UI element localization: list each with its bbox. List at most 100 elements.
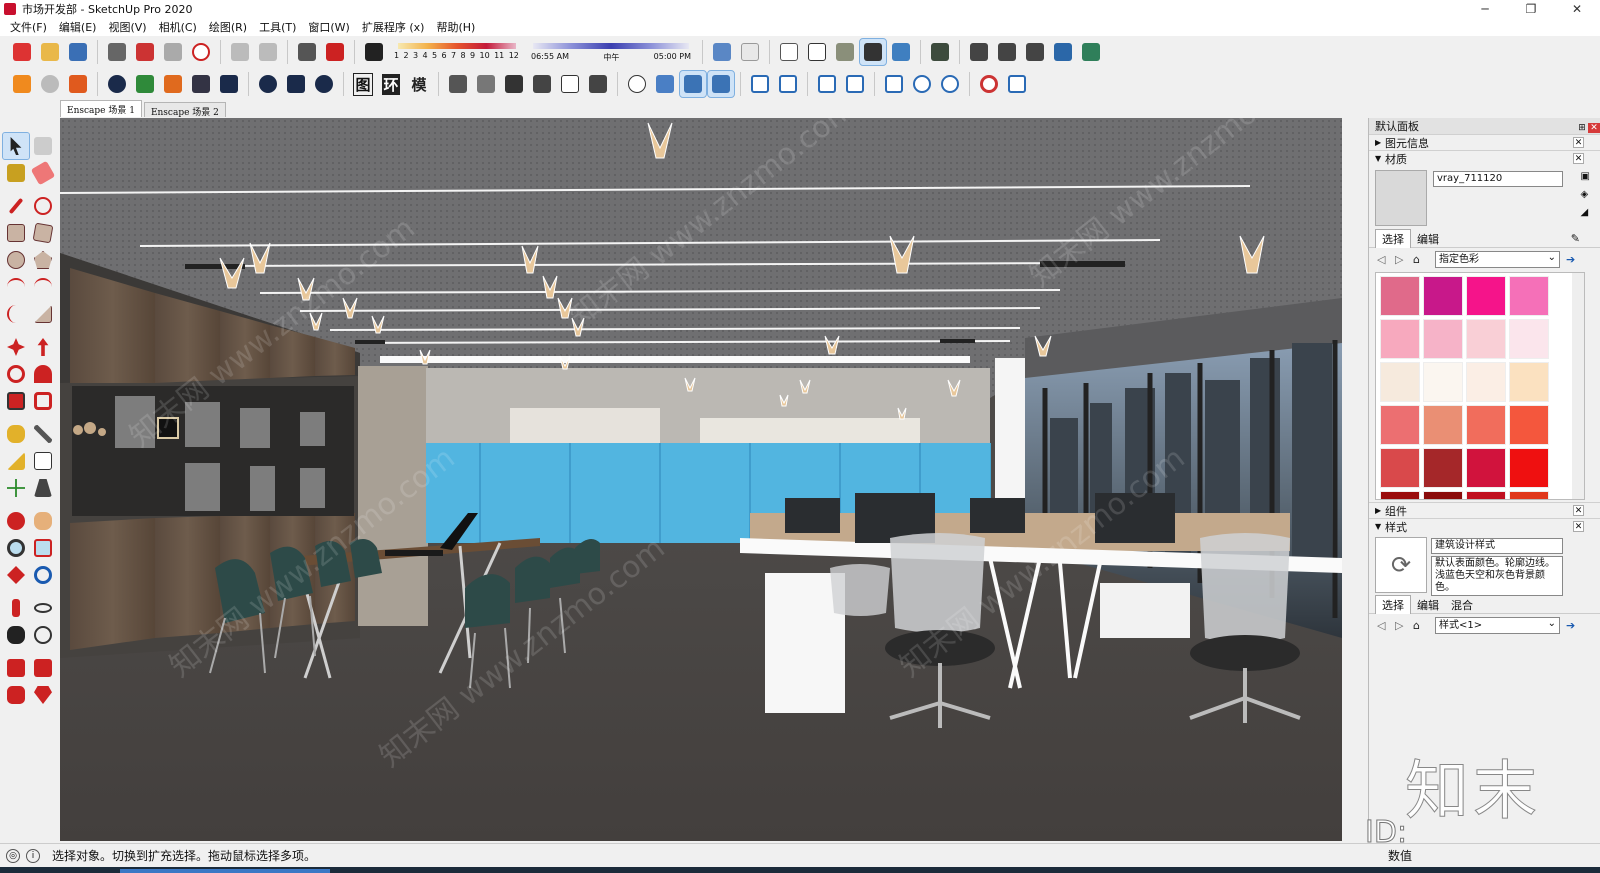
taskbar-active-app[interactable] [120,869,330,873]
3d-text-button[interactable] [30,475,56,501]
view-iso-button[interactable] [966,39,992,65]
plugin-button-4[interactable] [104,71,130,97]
menu-extensions[interactable]: 扩展程序 (x) [356,19,431,35]
warehouse-button[interactable] [3,655,29,681]
entity-info-close[interactable]: ✕ [1573,137,1584,148]
material-swatch[interactable] [1509,276,1549,316]
extension-button-4[interactable] [976,71,1002,97]
info-button[interactable] [311,71,337,97]
look-around-button[interactable] [30,595,56,621]
previous-view-button[interactable] [30,562,56,588]
text-tool-button[interactable] [30,448,56,474]
section-plane-tool-button[interactable] [30,622,56,648]
material-swatch[interactable] [1423,491,1463,499]
open-button[interactable] [37,39,63,65]
material-swatch[interactable] [1466,276,1506,316]
scene-tab-2[interactable]: Enscape 场景 2 [143,102,226,118]
zoom-tool-button[interactable] [3,535,29,561]
component-tool-button[interactable] [30,133,56,159]
walk-tool-button[interactable] [3,622,29,648]
cut-button[interactable] [104,39,130,65]
extension-warehouse-button[interactable] [3,682,29,708]
style-backedges-button[interactable] [737,39,763,65]
view-top-button[interactable] [994,39,1020,65]
palette-scrollbar[interactable] [1572,273,1584,499]
text-tool-tu-button[interactable]: 图 [350,71,376,97]
eyedropper-icon[interactable]: ✎ [1565,232,1586,245]
material-name-field[interactable]: vray_711120 [1433,171,1563,187]
house-button-5[interactable] [557,71,583,97]
plugin-button-6[interactable] [160,71,186,97]
tape-measure-button[interactable] [3,421,29,447]
material-library-select[interactable]: 指定色彩 [1435,250,1560,268]
follow-me-button[interactable] [30,361,56,387]
house-button-2[interactable] [473,71,499,97]
axes-tool-button[interactable] [3,475,29,501]
materials-tab-select[interactable]: 选择 [1375,229,1411,248]
material-swatch[interactable] [1466,491,1506,499]
details-arrow-icon[interactable]: ➔ [1566,619,1584,632]
material-swatch[interactable] [1423,362,1463,402]
material-swatch[interactable] [1423,448,1463,488]
menu-camera[interactable]: 相机(C) [153,19,203,35]
material-swatch[interactable] [1509,319,1549,359]
style-description-field[interactable]: 默认表面颜色。轮廓边线。浅蓝色天空和灰色背景颜色。 [1431,556,1563,596]
tray-close-button[interactable]: ✕ [1588,122,1600,133]
menu-view[interactable]: 视图(V) [102,19,152,35]
redo-button[interactable] [255,39,281,65]
back-arrow-icon[interactable]: ◁ [1377,619,1395,632]
pie-tool-button[interactable] [30,301,56,327]
styles-tab-select[interactable]: 选择 [1375,595,1411,614]
menu-window[interactable]: 窗口(W) [302,19,355,35]
rotated-rectangle-button[interactable] [30,220,56,246]
plugin-button-8[interactable] [216,71,242,97]
zoom-window-button[interactable] [30,535,56,561]
material-swatch[interactable] [1466,405,1506,445]
protractor-button[interactable] [3,448,29,474]
details-arrow-icon[interactable]: ➔ [1566,253,1584,266]
two-point-arc-button[interactable] [30,274,56,300]
material-swatch[interactable] [1509,491,1549,499]
material-swatch[interactable] [1380,448,1420,488]
materials-section[interactable]: ▼ 材质 ✕ [1369,150,1600,166]
close-button[interactable]: ✕ [1554,0,1600,18]
material-swatch[interactable] [1509,448,1549,488]
material-swatch[interactable] [1380,491,1420,499]
three-point-arc-button[interactable] [3,301,29,327]
paste-button[interactable] [160,39,186,65]
view-front-button[interactable] [1022,39,1048,65]
text-tool-huan-button[interactable]: 环 [378,71,404,97]
entity-info-section[interactable]: ▶ 图元信息 ✕ [1369,134,1600,150]
extension-button-5[interactable] [1004,71,1030,97]
material-swatch[interactable] [1466,448,1506,488]
back-arrow-icon[interactable]: ◁ [1377,253,1395,266]
eraser-button[interactable] [30,160,56,186]
material-swatch[interactable] [1380,405,1420,445]
menu-tools[interactable]: 工具(T) [253,19,302,35]
minimize-button[interactable]: ─ [1462,0,1508,18]
plugin-button-5[interactable] [132,71,158,97]
section-fill-button[interactable] [707,70,735,98]
style-xray-button[interactable] [709,39,735,65]
scene-tab-1[interactable]: Enscape 场景 1 [60,100,142,117]
view-back-button[interactable] [1078,39,1104,65]
extension-button-1[interactable] [881,71,907,97]
material-swatch[interactable] [1423,319,1463,359]
material-swatch[interactable] [1509,405,1549,445]
home-icon[interactable]: ⌂ [1413,253,1431,266]
shadow-time-slider[interactable]: 06:55 AM 中午 05:00 PM [531,39,691,65]
dimension-tool-button[interactable] [30,421,56,447]
style-shaded-button[interactable] [832,39,858,65]
component-button-1[interactable] [927,39,953,65]
styles-section[interactable]: ▼ 样式 ✕ [1369,518,1600,534]
materials-close[interactable]: ✕ [1573,153,1584,164]
model-viewport[interactable]: 知末网 www.znzmo.com 知末网 www.znzmo.com 知末网 ww… [60,118,1342,841]
default-material-icon[interactable]: ◢ [1581,207,1590,225]
display-secondary-icon[interactable]: ▣ [1581,171,1590,189]
style-collection-select[interactable]: 样式<1> [1435,616,1560,634]
cloud-button-3[interactable] [814,71,840,97]
move-tool-button[interactable] [3,334,29,360]
plugin-button-3[interactable] [65,71,91,97]
share-model-button[interactable] [30,655,56,681]
undo-button[interactable] [227,39,253,65]
